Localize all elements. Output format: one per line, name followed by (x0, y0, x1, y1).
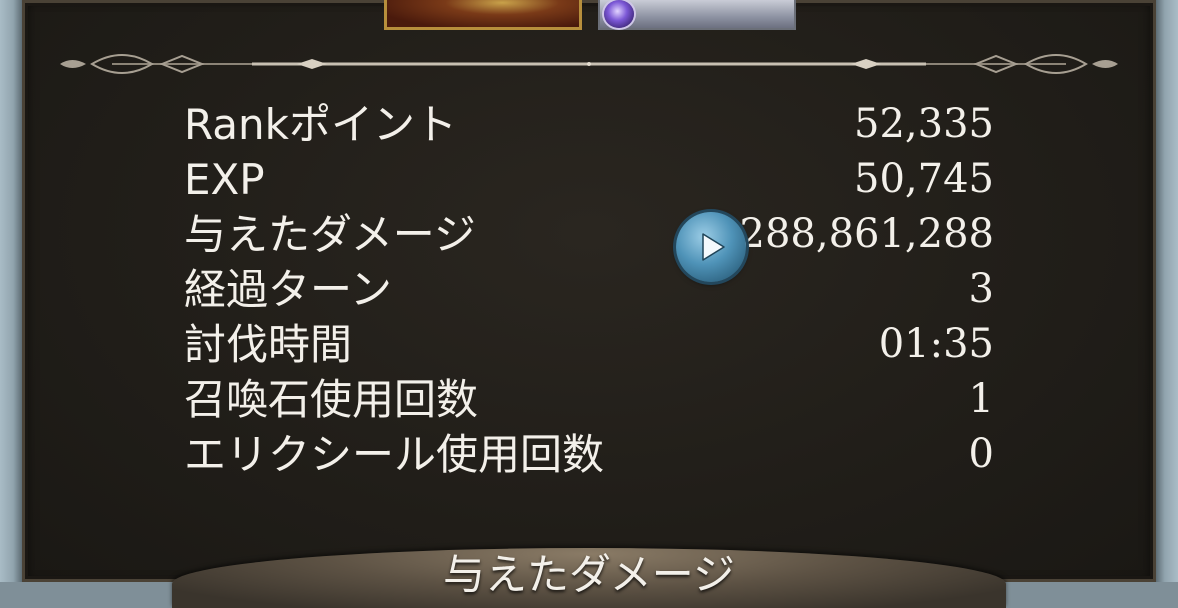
rank-points-value: 52,335 (854, 101, 994, 147)
damage-section-tab[interactable]: 与えたダメージ (172, 548, 1006, 608)
summon-card-thumbnail[interactable] (598, 0, 796, 30)
elixir-uses-label: エリクシール使用回数 (184, 430, 605, 479)
result-row-turns: 経過ターン 3 (184, 262, 994, 317)
result-row-summon-uses: 召喚石使用回数 1 (184, 372, 994, 427)
results-panel: Rankポイント 52,335 EXP 50,745 与えたダメージ 288,8… (22, 0, 1156, 608)
exp-value: 50,745 (854, 156, 994, 202)
battle-results-list: Rankポイント 52,335 EXP 50,745 与えたダメージ 288,8… (184, 97, 994, 482)
play-triangle-icon (702, 233, 725, 261)
summon-uses-label: 召喚石使用回数 (184, 375, 479, 424)
damage-dealt-value: 288,861,288 (739, 211, 994, 257)
result-row-damage: 与えたダメージ 288,861,288 (184, 207, 994, 282)
dark-element-gem-icon (604, 0, 634, 28)
damage-dealt-label: 与えたダメージ (184, 210, 476, 259)
elapsed-turns-label: 経過ターン (184, 265, 392, 314)
clear-time-value: 01:35 (878, 321, 994, 367)
window-right-edge (1156, 0, 1178, 582)
ornamental-divider (60, 54, 1118, 74)
window-left-edge (0, 0, 22, 582)
result-row-clear-time: 討伐時間 01:35 (184, 317, 994, 372)
character-card-thumbnail[interactable] (384, 0, 582, 30)
rank-points-label: Rankポイント (184, 100, 457, 149)
elixir-uses-value: 0 (968, 431, 994, 477)
result-row-elixir-uses: エリクシール使用回数 0 (184, 427, 994, 482)
damage-section-tab-label: 与えたダメージ (443, 550, 735, 599)
exp-label: EXP (184, 155, 265, 204)
result-row-exp: EXP 50,745 (184, 152, 994, 207)
result-row-rank-points: Rankポイント 52,335 (184, 97, 994, 152)
elapsed-turns-value: 3 (968, 266, 994, 312)
clear-time-label: 討伐時間 (184, 320, 353, 369)
summon-uses-value: 1 (968, 376, 994, 422)
